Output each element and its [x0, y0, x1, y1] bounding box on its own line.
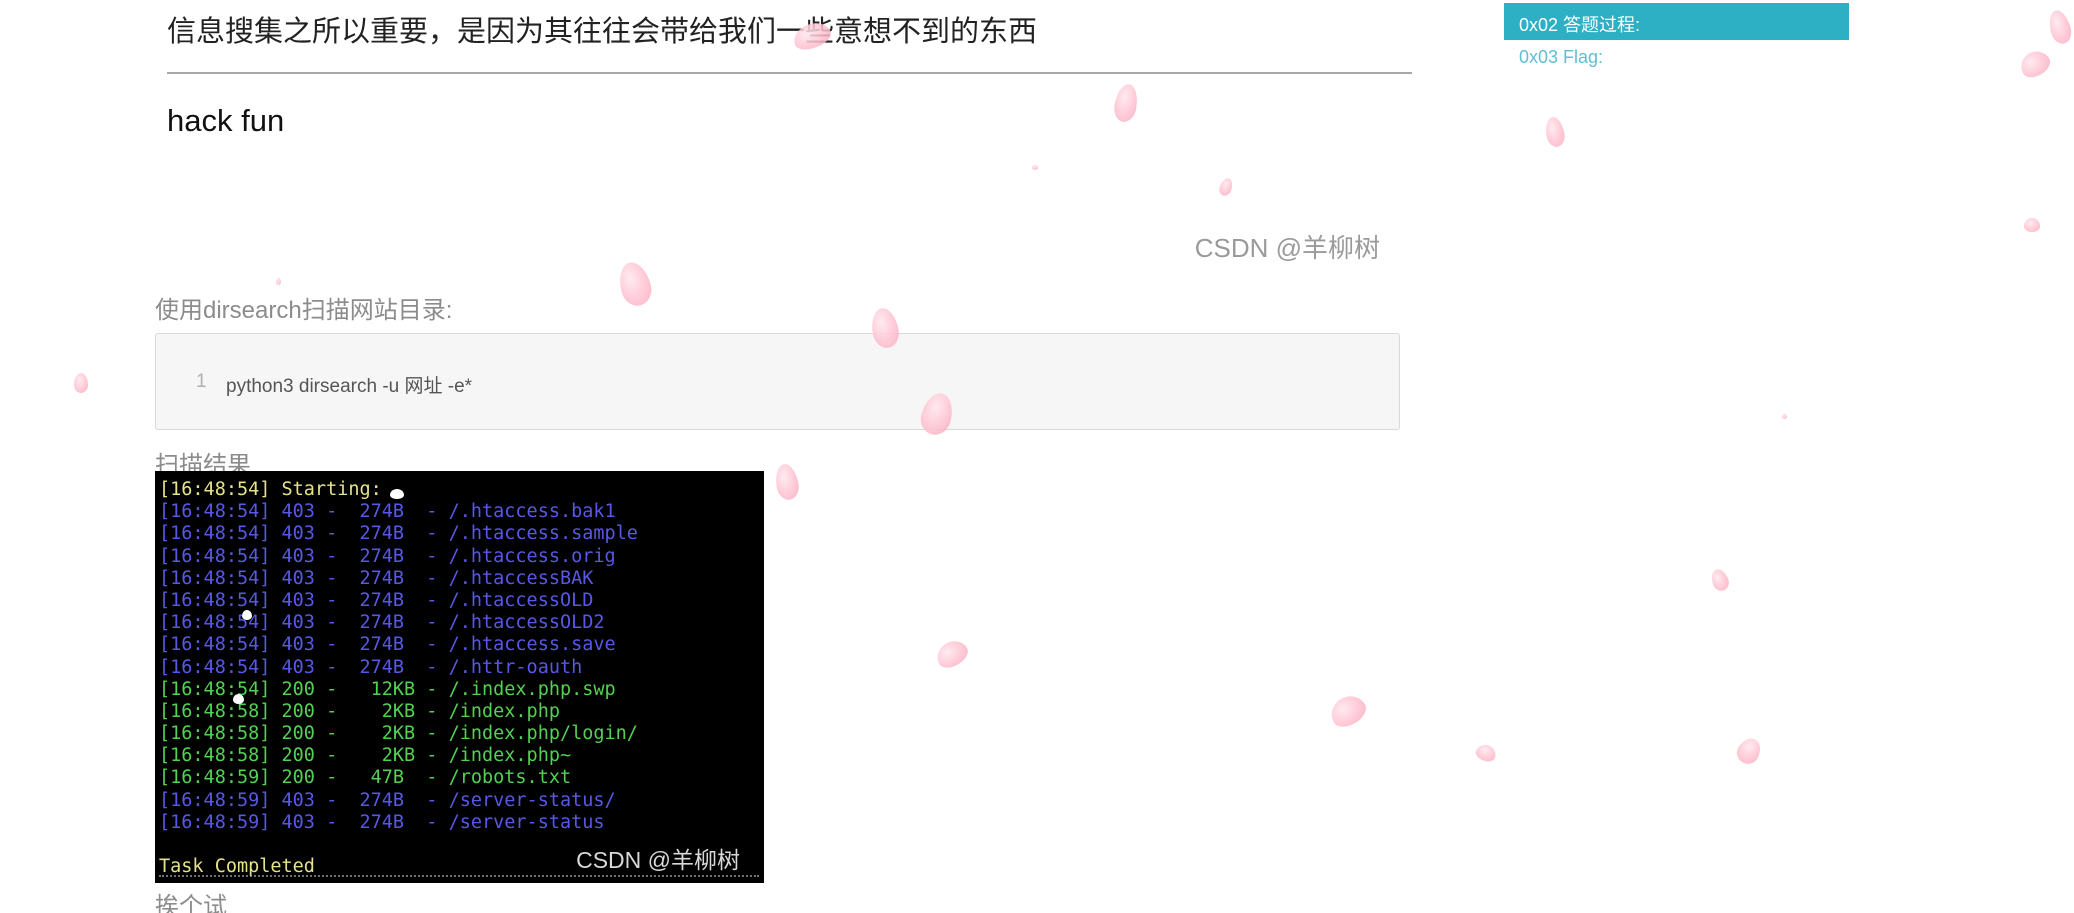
petal-decoration [1782, 414, 1787, 419]
petal-decoration [2016, 46, 2054, 82]
terminal-line: [16:48:54] 200 - 12KB - /.index.php.swp [159, 678, 616, 700]
toc-item-active[interactable]: 0x02 答题过程: [1504, 3, 1849, 40]
terminal-line: [16:48:58] 200 - 2KB - /index.php~ [159, 745, 572, 767]
code-command[interactable]: python3 dirsearch -u 网址 -e* [226, 371, 472, 398]
terminal-watermark: CSDN @羊柳树 [576, 847, 740, 873]
code-line-number: 1 [196, 371, 207, 392]
terminal-line: [16:48:54] 403 - 274B - /.htaccessBAK [159, 567, 594, 589]
terminal-line: [16:48:54] 403 - 274B - /.httr-oauth [159, 656, 583, 678]
petal-decoration [1732, 734, 1766, 768]
article-screenshot-header: 信息搜集之所以重要，是因为其往往会带给我们一些意想不到的东西 hack fun … [155, 0, 1412, 273]
terminal-output: [16:48:54] Starting: [16:48:54] 403 - 274… [159, 479, 638, 878]
terminal-line: [16:48:59] 403 - 274B - /server-status [159, 811, 605, 833]
terminal-line: [16:48:54] 403 - 274B - /.htaccess.save [159, 634, 616, 656]
code-block[interactable]: 1 python3 dirsearch -u 网址 -e* [155, 333, 1400, 430]
terminal-line: [16:48:54] 403 - 274B - /.htaccess.orig [159, 545, 616, 567]
petal-decoration [1325, 689, 1371, 733]
petal-decoration [74, 373, 88, 393]
terminal-line: [16:48:54] Starting: [159, 479, 382, 500]
petal-decoration [2024, 218, 2040, 232]
terminal-line: [16:48:59] 403 - 274B - /server-status/ [159, 789, 616, 811]
terminal-line: [16:48:54] 403 - 274B - /.htaccessOLD2 [159, 612, 605, 634]
petal-decoration [1708, 566, 1732, 594]
toc-item-flag[interactable]: 0x03 Flag: [1519, 47, 1603, 68]
terminal-line: [16:48:54] 403 - 274B - /.htaccess.sampl… [159, 523, 638, 545]
petal-decoration [276, 278, 281, 285]
terminal-line: [16:48:59] 200 - 47B - /robots.txt [159, 767, 572, 789]
terminal-line: [16:48:58] 200 - 2KB - /index.php/login/ [159, 723, 638, 745]
divider [167, 72, 1412, 74]
petal-decoration [1473, 742, 1499, 764]
intro-text: 使用dirsearch扫描网站目录: [155, 297, 453, 324]
terminal-line: [16:48:54] 403 - 274B - /.htaccess.bak1 [159, 501, 616, 523]
screenshot-subtitle: hack fun [167, 103, 285, 138]
screenshot-title: 信息搜集之所以重要，是因为其往往会带给我们一些意想不到的东西 [167, 14, 1038, 48]
petal-decoration [2045, 7, 2074, 47]
terminal-cutoff-line [159, 875, 759, 883]
petal-decoration [1543, 115, 1567, 149]
terminal-line: [16:48:58] 200 - 2KB - /index.php [159, 700, 560, 722]
petal-decoration [932, 635, 972, 673]
terminal-screenshot: [16:48:54] Starting: [16:48:54] 403 - 274… [155, 471, 764, 883]
watermark: CSDN @羊柳树 [1194, 233, 1380, 263]
petal-decoration [773, 462, 801, 502]
terminal-line: [16:48:54] 403 - 274B - /.htaccessOLD [159, 589, 594, 611]
next-step-text: 挨个试 [155, 893, 227, 913]
